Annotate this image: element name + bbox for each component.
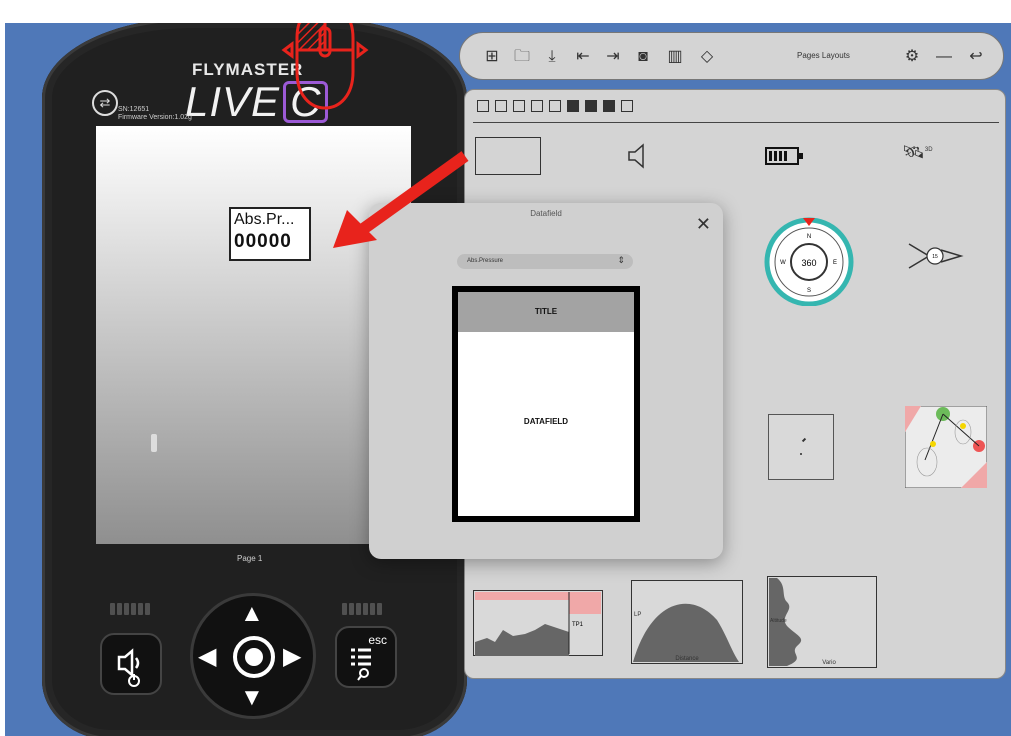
vario-x-label: Vario xyxy=(822,660,836,666)
close-icon[interactable]: ✕ xyxy=(696,215,711,233)
usb-icon: ⇄ xyxy=(92,90,118,116)
right-arrow-button[interactable]: ▶ xyxy=(283,642,301,671)
layout-presets xyxy=(477,100,633,114)
datafield-widget-title: Abs.Pr... xyxy=(234,211,295,228)
datafield-widget-value: 00000 xyxy=(234,231,292,252)
layout-preset-7[interactable] xyxy=(585,100,597,112)
save-icon[interactable]: ◙ xyxy=(633,47,653,67)
serial-number: SN:12651 xyxy=(118,106,150,113)
compass-e: E xyxy=(833,260,837,266)
add-page-icon[interactable]: ⊞ xyxy=(482,47,502,67)
layout-preset-5[interactable] xyxy=(549,100,561,112)
compass-n: N xyxy=(807,234,811,240)
layout-preset-8[interactable] xyxy=(603,100,615,112)
satellite-widget-icon[interactable]: 🛰3D xyxy=(902,142,933,163)
mouse-left-drag-icon xyxy=(281,23,369,110)
glide-x-label: Distance xyxy=(675,656,699,662)
compass-widget[interactable]: 360 N S E W xyxy=(763,214,855,306)
map-small-thumb[interactable] xyxy=(768,414,834,480)
speaker-grille-right xyxy=(342,603,384,615)
layout-preset-4[interactable] xyxy=(531,100,543,112)
screen-side-handle[interactable] xyxy=(151,434,157,452)
task-map-thumb[interactable] xyxy=(905,406,987,488)
page-label: Page 1 xyxy=(237,554,263,563)
minimize-icon[interactable]: — xyxy=(934,47,954,67)
up-arrow-button[interactable]: ▲ xyxy=(240,600,264,628)
layout-preset-2[interactable] xyxy=(495,100,507,112)
vario-profile-thumb[interactable]: Vario Altitude xyxy=(767,576,877,668)
toolbar-title: Pages Layouts xyxy=(797,51,850,60)
glide-profile-thumb[interactable]: Distance LP xyxy=(631,580,743,664)
route-profile-thumb[interactable]: TP1 xyxy=(473,590,603,656)
top-toolbar: ⊞ 🗀 ⤓ ⇤ ⇥ ◙ ▥ ◇ Pages Layouts ⚙ — ↩ xyxy=(459,32,1004,80)
preview-datafield: DATAFIELD xyxy=(523,417,569,426)
wind-value: 15 xyxy=(932,254,938,260)
menu-esc-button[interactable]: esc xyxy=(335,626,397,688)
divider xyxy=(473,122,999,123)
settings-icon[interactable]: ⚙ xyxy=(902,47,922,67)
import-icon[interactable]: ⇤ xyxy=(573,47,593,67)
datafield-preview: TITLE DATAFIELD xyxy=(452,286,640,522)
chevron-updown-icon: ⇕ xyxy=(617,255,625,265)
layout-preset-1[interactable] xyxy=(477,100,489,112)
layout-preset-9[interactable] xyxy=(621,100,633,112)
preview-title: TITLE xyxy=(458,292,634,332)
esc-label: esc xyxy=(368,633,387,647)
compass-s: S xyxy=(807,288,811,294)
layout-preset-3[interactable] xyxy=(513,100,525,112)
model-live-text: LIVE xyxy=(185,78,281,125)
export-icon[interactable]: ⇥ xyxy=(603,47,623,67)
speaker-grille-left xyxy=(110,603,152,615)
sound-widget-icon[interactable] xyxy=(625,142,649,170)
compass-w: W xyxy=(780,260,786,266)
battery-widget-icon[interactable] xyxy=(765,146,805,166)
sound-power-button[interactable] xyxy=(100,633,162,695)
layout-preset-6[interactable] xyxy=(567,100,579,112)
direction-pad[interactable]: ▲ ▼ ◀ ▶ xyxy=(190,593,316,719)
workspace-background: FLYMASTER LIVE C ⇄ SN:12651 Firmware Vers… xyxy=(5,23,1011,736)
text-field-icon[interactable]: ▥ xyxy=(665,47,685,67)
vario-y-label: Altitude xyxy=(770,618,787,624)
datafield-widget[interactable]: Abs.Pr... 00000 xyxy=(229,207,311,261)
compass-value: 360 xyxy=(801,258,816,268)
wind-widget-icon[interactable]: 15 xyxy=(905,238,965,274)
back-icon[interactable]: ↩ xyxy=(966,47,986,67)
left-arrow-button[interactable]: ◀ xyxy=(198,642,216,671)
center-select-button[interactable] xyxy=(233,636,275,678)
rotate-icon[interactable]: ◇ xyxy=(697,47,717,67)
download-icon[interactable]: ⤓ xyxy=(542,47,562,67)
open-folder-icon[interactable]: 🗀 xyxy=(512,47,532,67)
drag-arrow-icon xyxy=(333,151,469,248)
device-info: SN:12651 Firmware Version:1.02g xyxy=(118,106,192,122)
speaker-power-icon xyxy=(117,648,140,687)
down-arrow-button[interactable]: ▼ xyxy=(240,684,264,712)
route-label: TP1 xyxy=(572,622,584,628)
glide-y-label: LP xyxy=(634,612,641,618)
gps-fix-label: 3D xyxy=(924,147,933,153)
firmware-version: Firmware Version:1.02g xyxy=(118,114,192,121)
